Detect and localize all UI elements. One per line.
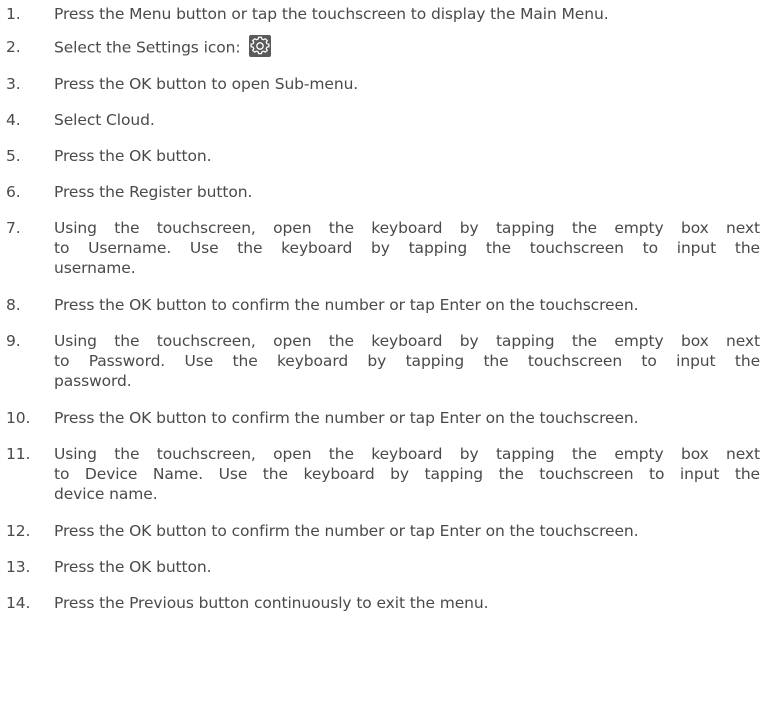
- step-number: 4.: [6, 111, 21, 129]
- step-number: 9.: [6, 332, 21, 350]
- step-text: Using the touchscreen, open the keyboard…: [54, 331, 760, 391]
- step-text-line: Using the touchscreen, open the keyboard…: [54, 219, 760, 237]
- step-text: Using the touchscreen, open the keyboard…: [54, 444, 760, 504]
- step-text: Press the OK button to confirm the numbe…: [54, 296, 639, 314]
- step-text: Using the touchscreen, open the keyboard…: [54, 218, 760, 278]
- step-number: 3.: [6, 75, 21, 93]
- step-number: 12.: [6, 522, 31, 540]
- step-text-line: to Password. Use the keyboard by tapping…: [54, 352, 760, 370]
- step-text-line: device name.: [54, 485, 158, 503]
- step-number: 5.: [6, 147, 21, 165]
- step-text: Press the OK button to open Sub-menu.: [54, 75, 359, 93]
- step-text: Press the Register button.: [54, 183, 253, 201]
- step-text: Press the Previous button continuously t…: [54, 594, 489, 612]
- step-number: 2.: [6, 38, 21, 56]
- step-text-line: Using the touchscreen, open the keyboard…: [54, 445, 760, 463]
- step-text-line: to Device Name. Use the keyboard by tapp…: [54, 465, 760, 483]
- step-text-line: Using the touchscreen, open the keyboard…: [54, 332, 760, 350]
- step-text: Select the Settings icon:: [54, 38, 241, 57]
- step-text-line: username.: [54, 259, 136, 277]
- step-number: 11.: [6, 445, 31, 463]
- step-number: 13.: [6, 558, 31, 576]
- step-number: 1.: [6, 5, 21, 23]
- settings-gear-icon: [249, 35, 272, 57]
- step-text: Press the OK button to confirm the numbe…: [54, 409, 639, 427]
- step-text: Select Cloud.: [54, 111, 155, 129]
- step-text: Press the OK button.: [54, 558, 212, 576]
- step-number: 14.: [6, 594, 31, 612]
- step-number: 6.: [6, 183, 21, 201]
- step-text: Press the OK button.: [54, 147, 212, 165]
- step-text: Press the Menu button or tap the touchsc…: [54, 5, 609, 23]
- step-text-line: to Username. Use the keyboard by tapping…: [54, 239, 760, 257]
- step-number: 8.: [6, 296, 21, 314]
- step-text-line: password.: [54, 372, 132, 390]
- step-text-with-icon: Select the Settings icon:: [54, 35, 760, 59]
- step-number: 7.: [6, 219, 21, 237]
- step-number: 10.: [6, 409, 31, 427]
- step-text: Press the OK button to confirm the numbe…: [54, 522, 639, 540]
